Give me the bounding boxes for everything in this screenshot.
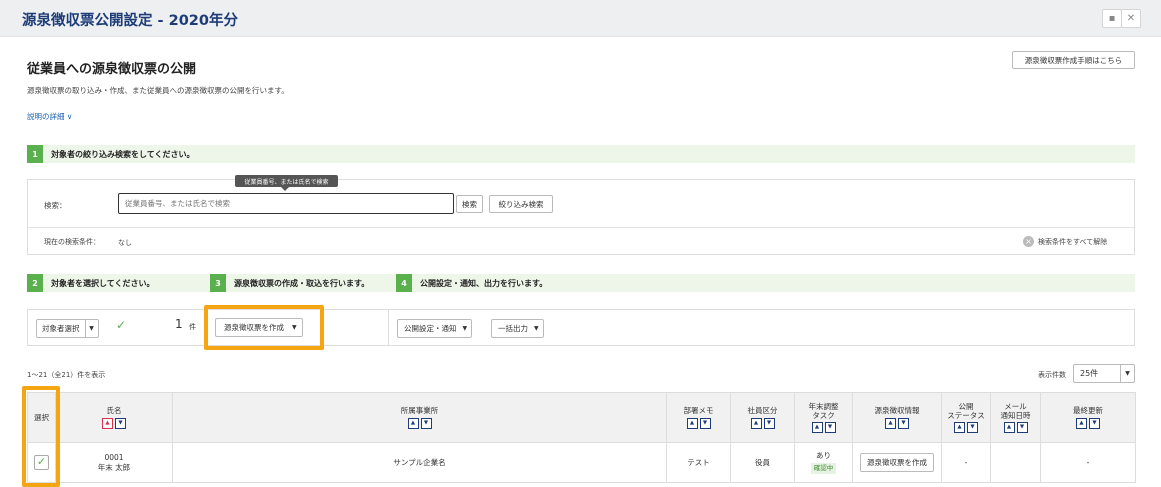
sort-asc-icon[interactable]: ▼: [967, 422, 978, 434]
comment-icon[interactable]: ▪: [1102, 9, 1122, 28]
sort-asc-icon[interactable]: ▼: [420, 417, 432, 429]
step-4-number: 4: [396, 274, 412, 292]
mail-cell: [990, 442, 1041, 483]
sort-asc-icon[interactable]: ▼: [1016, 422, 1028, 434]
sort-desc-icon[interactable]: ▲: [954, 422, 965, 434]
memo-cell: テスト: [666, 442, 731, 483]
bulk-output-dropdown[interactable]: 一括出力 ▼: [491, 319, 544, 338]
search-panel: 従業員番号、または氏名で検索 検索： 検索 絞り込み検索 現在の検索条件： なし…: [27, 175, 1135, 255]
condition-label: 現在の検索条件：: [44, 238, 100, 246]
caret-down-icon: ▼: [534, 325, 539, 332]
per-page-value: 25件: [1080, 369, 1099, 378]
per-page-label: 表示件数: [1038, 371, 1066, 379]
header-category: 社員区分 ▲ ▼: [730, 392, 795, 443]
clear-icon: ×: [1023, 236, 1034, 247]
step-1-bar: 1 対象者の絞り込み検索をしてください。: [27, 145, 1135, 163]
sort-asc-icon[interactable]: ▼: [898, 417, 909, 429]
sort-asc-icon[interactable]: ▼: [1089, 417, 1100, 429]
sort-asc-icon[interactable]: ▼: [763, 417, 775, 429]
table-header-row: 選択 氏名 ▲ ▼ 所属事業所 ▲ ▼ 部署メモ ▲ ▼ 社員区分 ▲ ▼ 年末調整 タ…: [27, 392, 1136, 443]
chevron-down-icon: ∨: [66, 112, 73, 121]
selected-count: 1: [175, 317, 183, 331]
count-unit: 件: [189, 323, 196, 331]
filter-search-button[interactable]: 絞り込み検索: [489, 195, 553, 213]
close-icon[interactable]: ✕: [1121, 9, 1141, 28]
header-mail: メール 通知日時 ▲ ▼: [990, 392, 1041, 443]
info-cell: 源泉徴収票を作成: [852, 442, 942, 483]
section-description: 源泉徴収票の取り込み・作成、また従業員への源泉徴収票の公開を行います。: [27, 86, 289, 95]
steps-bar: 2 対象者を選択してください。 3 源泉徴収票の作成・取込を行います。 4 公開…: [27, 274, 1135, 292]
howto-button[interactable]: 源泉徴収票作成手順はこちら: [1012, 51, 1135, 69]
divider: [388, 310, 389, 345]
step-2-label: 対象者を選択してください。: [51, 279, 155, 288]
section-title: 従業員への源泉徴収票の公開: [27, 62, 197, 77]
select-target-label: 対象者選択: [42, 324, 80, 333]
top-bar: 源泉徴収票公開設定 - 2020年分 ▪ ✕: [0, 0, 1161, 37]
header-status: 公開 ステータス ▲ ▼: [941, 392, 991, 443]
create-button-label: 源泉徴収票を作成: [224, 323, 284, 332]
sort-asc-icon[interactable]: ▼: [699, 417, 711, 429]
task-status-badge: 確認中: [810, 463, 837, 474]
page-title: 源泉徴収票公開設定 - 2020年分: [22, 13, 238, 29]
create-withholding-button[interactable]: 源泉徴収票を作成 ▼: [215, 318, 303, 337]
office-cell: サンプル企業名: [172, 442, 667, 483]
select-column-highlight: [22, 386, 60, 487]
row-create-button[interactable]: 源泉徴収票を作成: [860, 452, 934, 473]
header-office: 所属事業所 ▲ ▼: [172, 392, 667, 443]
header-memo: 部署メモ ▲ ▼: [666, 392, 731, 443]
step-1-number: 1: [27, 145, 43, 163]
per-page-select[interactable]: 25件 ▼: [1073, 364, 1135, 383]
step-1-label: 対象者の絞り込み検索をしてください。: [51, 150, 195, 159]
header-updated: 最終更新 ▲ ▼: [1040, 392, 1136, 443]
category-cell: 役員: [730, 442, 795, 483]
caret-down-icon: ▼: [84, 320, 98, 337]
sort-desc-icon[interactable]: ▲: [407, 417, 419, 429]
check-icon: ✓: [116, 318, 127, 332]
employee-name: 年末 太郎: [97, 462, 131, 472]
clear-all-conditions[interactable]: × 検索条件をすべて解除: [1023, 236, 1107, 247]
table-row: ✓ 0001 年末 太郎 サンプル企業名 テスト 役員 あり 確認中 源泉徴収票…: [27, 442, 1136, 483]
range-text: 1〜21（全21）件を表示: [27, 371, 106, 379]
tooltip-arrow: [281, 187, 289, 191]
publish-settings-dropdown[interactable]: 公開設定・通知 ▼: [397, 319, 473, 338]
header-task: 年末調整 タスク ▲ ▼: [794, 392, 853, 443]
caret-down-icon: ▼: [1120, 365, 1134, 382]
detail-link[interactable]: 説明の詳細 ∨: [27, 111, 72, 122]
search-label: 検索：: [44, 201, 67, 210]
publish-settings-label: 公開設定・通知: [404, 324, 457, 333]
name-cell: 0001 年末 太郎: [55, 442, 173, 483]
condition-value: なし: [118, 239, 132, 247]
step-2-number: 2: [27, 274, 43, 292]
status-cell: -: [941, 442, 991, 483]
select-target-dropdown[interactable]: 対象者選択 ▼: [36, 319, 99, 338]
sort-desc-icon[interactable]: ▲: [811, 422, 823, 434]
header-name: 氏名 ▲ ▼: [55, 392, 173, 443]
step-3-label: 源泉徴収票の作成・取込を行います。: [234, 279, 370, 288]
caret-down-icon: ▼: [462, 325, 468, 332]
search-tooltip: 従業員番号、または氏名で検索: [235, 175, 338, 187]
clear-all-label: 検索条件をすべて解除: [1038, 237, 1108, 246]
divider: [28, 227, 1134, 228]
header-info: 源泉徴収情報 ▲ ▼: [852, 392, 942, 443]
step-4-label: 公開設定・通知、出力を行います。: [420, 279, 548, 288]
sort-asc-icon[interactable]: ▼: [824, 422, 836, 434]
employee-id: 0001: [104, 452, 124, 462]
caret-down-icon: ▼: [292, 324, 297, 331]
step-3-number: 3: [210, 274, 226, 292]
employee-table: 選択 氏名 ▲ ▼ 所属事業所 ▲ ▼ 部署メモ ▲ ▼ 社員区分 ▲ ▼ 年末調整 タ…: [27, 392, 1136, 483]
sort-desc-icon[interactable]: ▲: [686, 417, 698, 429]
task-cell: あり 確認中: [794, 442, 853, 483]
action-panel: 対象者選択 ▼ ✓ 1 件 公開設定・通知 ▼ 一括出力 ▼: [27, 309, 1135, 346]
search-input[interactable]: [118, 193, 454, 214]
sort-desc-icon[interactable]: ▲: [102, 417, 113, 429]
search-button[interactable]: 検索: [456, 195, 483, 213]
sort-asc-icon[interactable]: ▼: [115, 417, 126, 429]
task-value: あり: [816, 451, 831, 461]
sort-desc-icon[interactable]: ▲: [885, 417, 896, 429]
bulk-output-label: 一括出力: [498, 324, 528, 333]
updated-cell: -: [1040, 442, 1136, 483]
sort-desc-icon[interactable]: ▲: [1076, 417, 1087, 429]
sort-desc-icon[interactable]: ▲: [1003, 422, 1015, 434]
sort-desc-icon[interactable]: ▲: [750, 417, 762, 429]
